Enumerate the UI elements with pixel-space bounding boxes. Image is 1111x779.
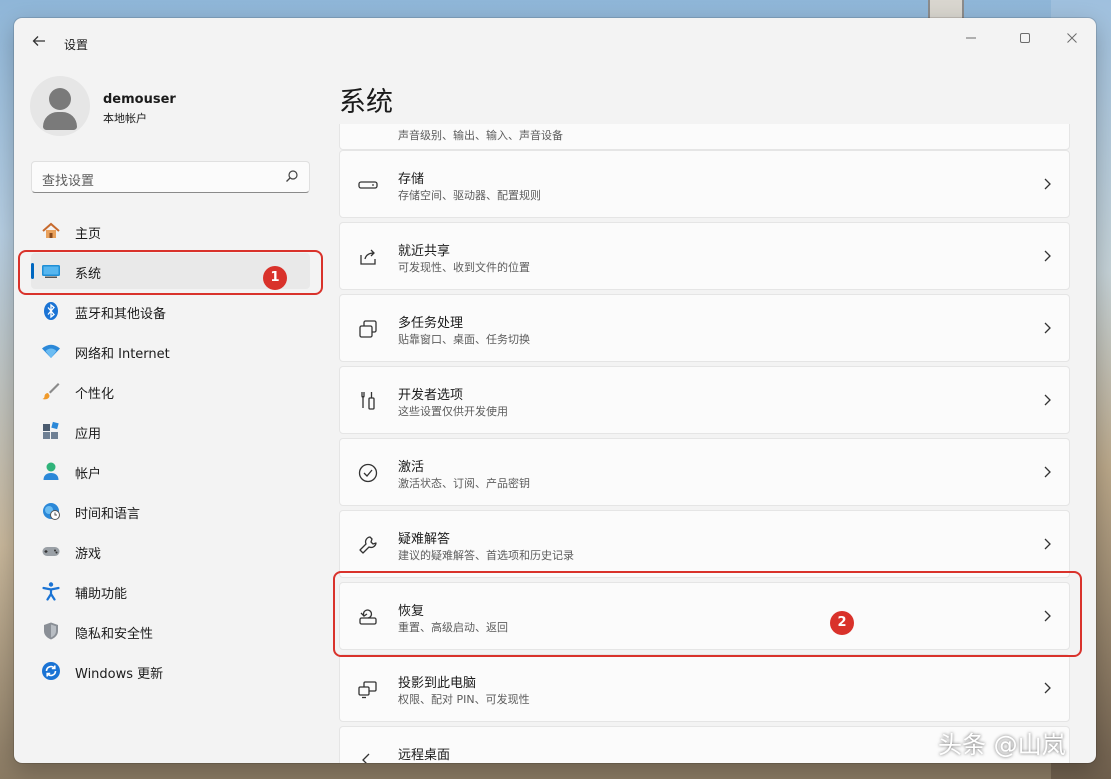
close-button[interactable] <box>1049 24 1095 56</box>
sidebar-item-bluetooth[interactable]: 蓝牙和其他设备 <box>31 293 310 329</box>
card-description: 激活状态、订阅、产品密钥 <box>398 477 530 490</box>
sidebar-item-accessibility[interactable]: 辅助功能 <box>31 573 310 609</box>
sidebar-item-time-language[interactable]: 时间和语言 <box>31 493 310 529</box>
minimize-icon <box>966 37 976 39</box>
sidebar-item-label: 隐私和安全性 <box>75 627 154 642</box>
back-button[interactable] <box>28 32 50 54</box>
wrench-icon <box>359 536 377 554</box>
sidebar-item-home[interactable]: 主页 <box>31 213 310 249</box>
sidebar-item-personalization[interactable]: 个性化 <box>31 373 310 409</box>
developer-icon <box>361 392 375 410</box>
card-title: 多任务处理 <box>398 316 464 331</box>
sidebar-item-label: Windows 更新 <box>75 667 164 682</box>
card-title: 远程桌面 <box>398 748 451 763</box>
projection-icon <box>358 681 377 699</box>
sidebar-item-label: 时间和语言 <box>75 507 141 522</box>
chevron-right-icon <box>1044 538 1051 550</box>
sidebar-item-label: 网络和 Internet <box>75 347 170 362</box>
chevron-right-icon <box>1044 178 1051 190</box>
activation-icon <box>358 463 378 483</box>
close-icon <box>1067 33 1077 43</box>
sidebar-item-windows-update[interactable]: Windows 更新 <box>31 653 310 689</box>
search-input[interactable]: 查找设置 <box>31 161 310 193</box>
card-title: 存储 <box>398 172 425 187</box>
card-description: 贴靠窗口、桌面、任务切换 <box>398 333 530 346</box>
user-profile[interactable]: demouser 本地帐户 <box>30 76 310 140</box>
card-title: 投影到此电脑 <box>398 676 477 691</box>
watermark-text: 头条 @山岚 <box>938 731 1066 759</box>
settings-card-multitasking[interactable]: 多任务处理 贴靠窗口、桌面、任务切换 <box>339 294 1070 362</box>
avatar-head <box>49 88 71 110</box>
minimize-button[interactable] <box>948 24 994 56</box>
accessibility-icon <box>42 582 60 601</box>
card-description: 声音级别、输出、输入、声音设备 <box>398 129 563 142</box>
sidebar-item-accounts[interactable]: 帐户 <box>31 453 310 489</box>
annotation-highlight-recovery <box>333 571 1082 657</box>
brush-icon <box>42 383 60 400</box>
card-title: 疑难解答 <box>398 532 451 547</box>
settings-card-developer[interactable]: 开发者选项 这些设置仅供开发使用 <box>339 366 1070 434</box>
wifi-icon <box>42 344 60 358</box>
update-icon <box>42 662 60 680</box>
card-title: 激活 <box>398 460 425 475</box>
search-placeholder: 查找设置 <box>42 174 95 189</box>
gamepad-icon <box>42 547 60 556</box>
sidebar-item-label: 辅助功能 <box>75 587 128 602</box>
card-description: 权限、配对 PIN、可发现性 <box>398 693 530 706</box>
globe-clock-icon <box>43 503 60 520</box>
chevron-right-icon <box>1044 394 1051 406</box>
app-title: 设置 <box>64 38 89 52</box>
settings-card-activation[interactable]: 激活 激活状态、订阅、产品密钥 <box>339 438 1070 506</box>
card-description: 存储空间、驱动器、配置规则 <box>398 189 541 202</box>
apps-icon <box>43 421 59 439</box>
arrow-left-icon <box>32 36 45 46</box>
maximize-icon <box>1020 33 1030 43</box>
settings-card-partial[interactable]: 声音级别、输出、输入、声音设备 <box>339 124 1070 150</box>
title-bar: 设置 <box>14 18 1096 62</box>
chevron-right-icon <box>1044 466 1051 478</box>
user-name: demouser <box>103 92 176 107</box>
sidebar-item-gaming[interactable]: 游戏 <box>31 533 310 569</box>
bluetooth-icon <box>44 302 58 320</box>
maximize-button[interactable] <box>1002 24 1048 56</box>
card-title: 就近共享 <box>398 244 451 259</box>
card-description: 这些设置仅供开发使用 <box>398 405 508 418</box>
annotation-badge-2: 2 <box>830 611 854 635</box>
sidebar-item-label: 游戏 <box>75 547 102 562</box>
sidebar-item-label: 主页 <box>75 227 102 242</box>
card-description: 可发现性、收到文件的位置 <box>398 261 530 274</box>
sidebar-item-label: 个性化 <box>75 387 115 402</box>
card-title: 开发者选项 <box>398 388 464 403</box>
chevron-right-icon <box>1044 250 1051 262</box>
account-type: 本地帐户 <box>103 112 147 125</box>
chevron-right-icon <box>1044 322 1051 334</box>
page-title: 系统 <box>339 87 393 118</box>
sidebar-item-label: 应用 <box>75 427 102 442</box>
sidebar-item-label: 蓝牙和其他设备 <box>75 307 167 322</box>
chevron-right-icon <box>1044 682 1051 694</box>
search-icon <box>286 170 298 182</box>
settings-card-projection[interactable]: 投影到此电脑 权限、配对 PIN、可发现性 <box>339 654 1070 722</box>
home-icon <box>42 222 60 238</box>
share-icon <box>360 249 376 265</box>
shield-icon <box>44 622 58 640</box>
person-icon <box>43 462 59 480</box>
avatar <box>30 76 90 136</box>
remote-desktop-icon <box>362 753 370 763</box>
annotation-badge-1: 1 <box>263 266 287 290</box>
sidebar-item-network[interactable]: 网络和 Internet <box>31 333 310 369</box>
settings-list: 声音级别、输出、输入、声音设备 存储 存储空间、驱动器、配置规则 就近共享 可发… <box>339 124 1071 763</box>
card-description: 建议的疑难解答、首选项和历史记录 <box>398 549 574 562</box>
storage-icon <box>358 181 378 189</box>
sidebar-item-label: 帐户 <box>75 467 102 482</box>
multitask-icon <box>359 320 377 338</box>
settings-card-troubleshoot[interactable]: 疑难解答 建议的疑难解答、首选项和历史记录 <box>339 510 1070 578</box>
settings-card-storage[interactable]: 存储 存储空间、驱动器、配置规则 <box>339 150 1070 218</box>
sidebar-item-privacy[interactable]: 隐私和安全性 <box>31 613 310 649</box>
sidebar-item-apps[interactable]: 应用 <box>31 413 310 449</box>
settings-card-nearby-sharing[interactable]: 就近共享 可发现性、收到文件的位置 <box>339 222 1070 290</box>
avatar-body <box>43 112 77 130</box>
